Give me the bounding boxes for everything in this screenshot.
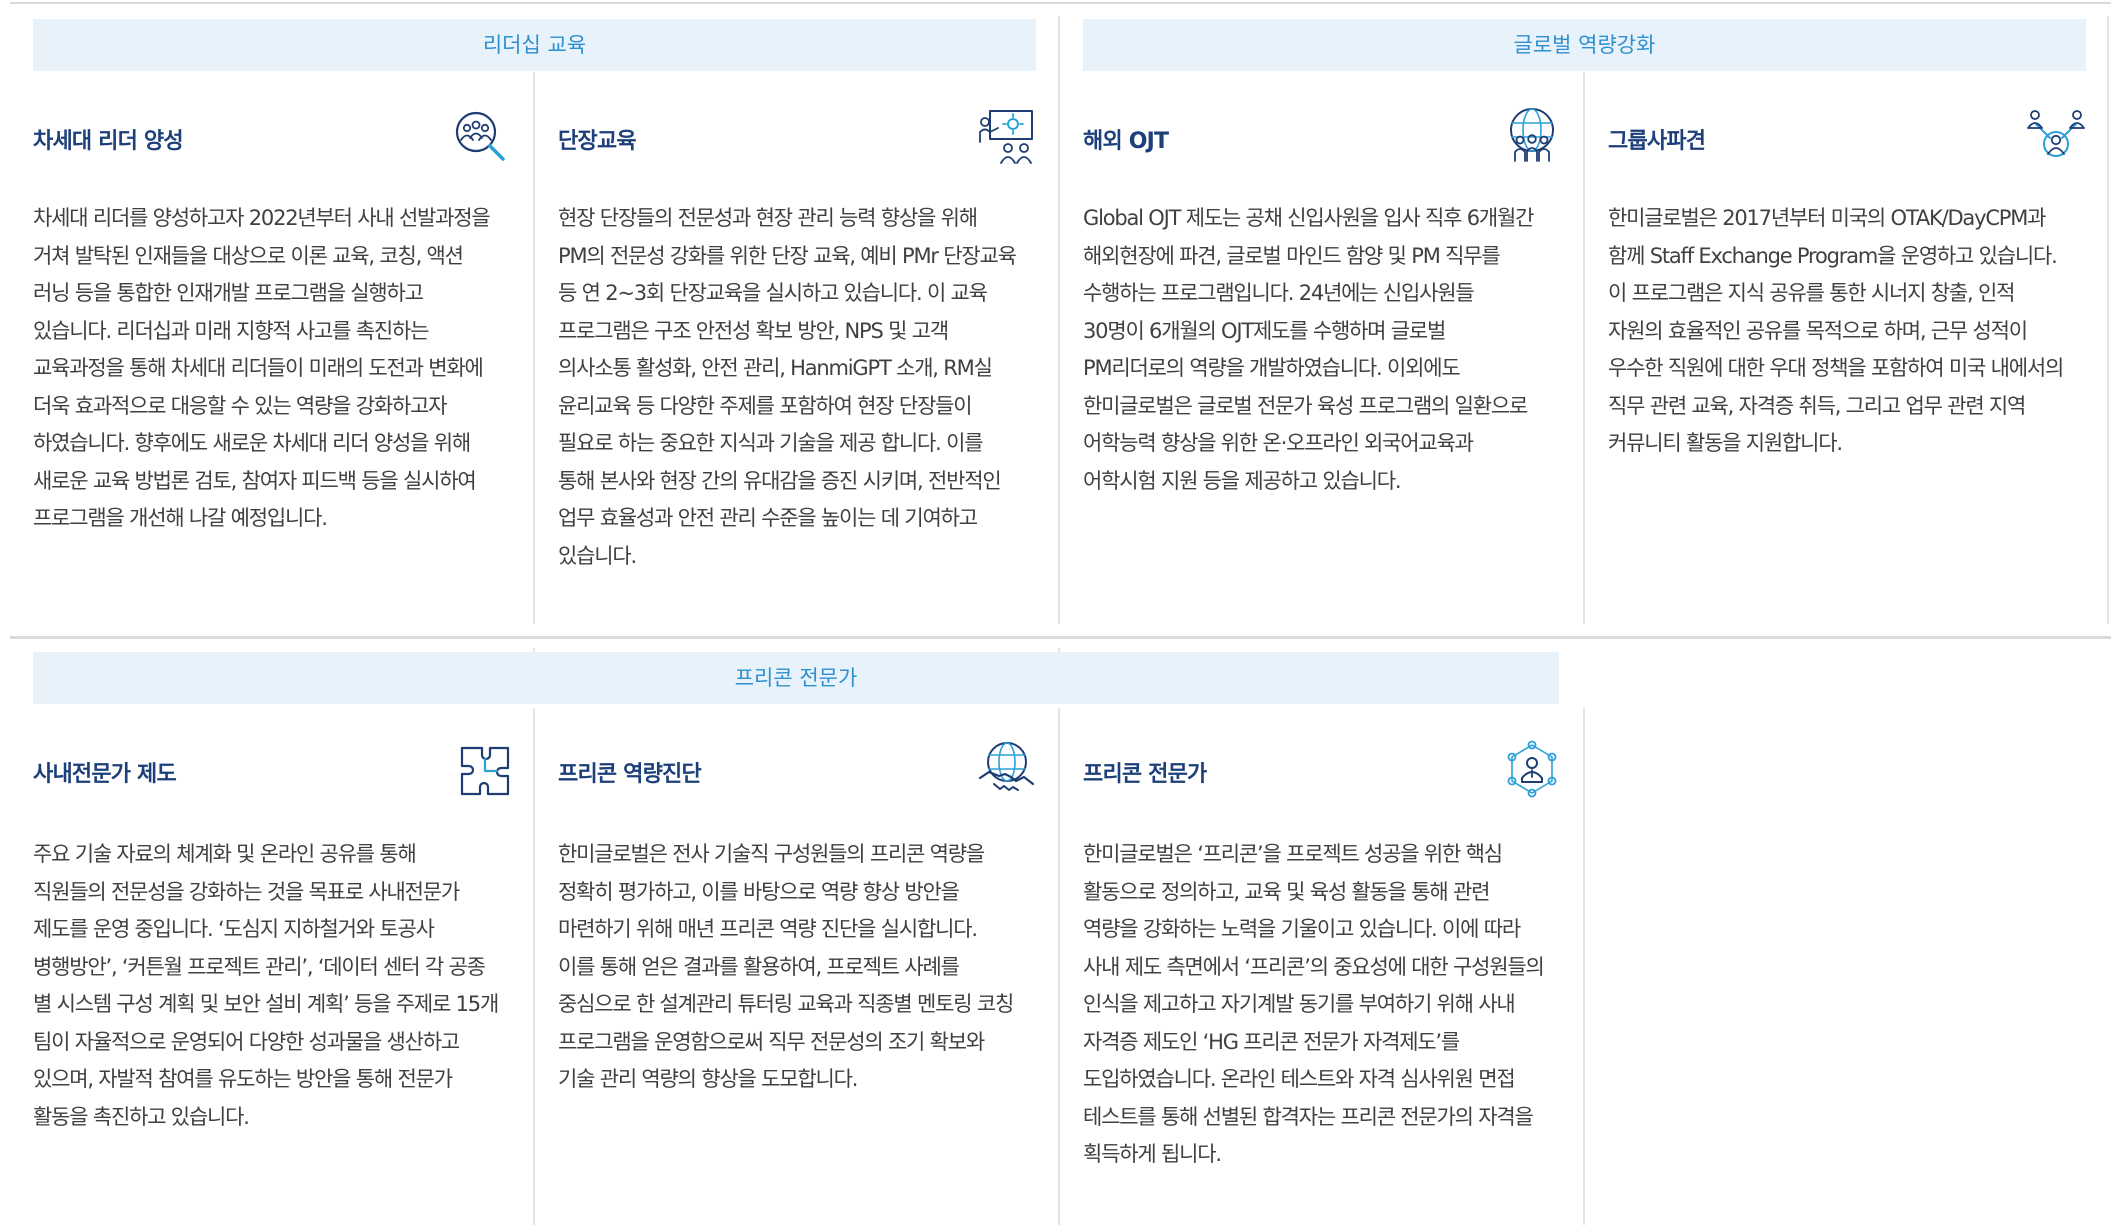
column-divider — [1583, 72, 1585, 624]
card-title: 차세대 리더 양성 — [33, 129, 184, 154]
card-description: 한미글로벌은 ‘프리콘’을 프로젝트 성공을 위한 핵심 활동으로 정의하고, … — [1083, 842, 1545, 1166]
card-description: 차세대 리더를 양성하고자 2022년부터 사내 선발과정을 거쳐 발탁된 인재… — [33, 206, 491, 530]
globe-handshake-icon — [978, 740, 1036, 798]
card-title: 프리콘 역량진단 — [558, 762, 702, 787]
card-title: 사내전문가 제도 — [33, 762, 177, 787]
column-divider — [533, 708, 535, 1225]
column-divider — [1058, 16, 1060, 624]
top-divider — [10, 2, 2111, 4]
expert-network-icon — [1503, 740, 1561, 798]
card-title: 단장교육 — [558, 129, 637, 154]
column-divider — [1058, 708, 1060, 1225]
card-description: Global OJT 제도는 공채 신입사원을 입사 직후 6개월간 해외현장에… — [1083, 206, 1534, 493]
card-description: 한미글로벌은 2017년부터 미국의 OTAK/DayCPM과 함께 Staff… — [1608, 206, 2064, 455]
card-description: 한미글로벌은 전사 기술직 구성원들의 프리콘 역량을 정확히 평가하고, 이를… — [558, 842, 1014, 1091]
card-description: 현장 단장들의 전문성과 현장 관리 능력 향상을 위해 PM의 전문성 강화를… — [558, 206, 1017, 568]
team-network-icon — [2027, 106, 2085, 164]
magnifier-people-icon — [452, 108, 510, 166]
globe-people-icon — [1503, 106, 1561, 164]
card-description: 주요 기술 자료의 체계화 및 온라인 공유를 통해 직원들의 전문성을 강화하… — [33, 842, 499, 1129]
puzzle-icon — [456, 742, 514, 800]
section-header-precon: 프리콘 전문가 — [33, 652, 1559, 704]
column-divider — [533, 72, 535, 624]
section-header-leadership: 리더십 교육 — [33, 19, 1036, 71]
row-divider — [10, 636, 2111, 639]
card-title: 해외 OJT — [1083, 129, 1169, 154]
card-title: 그룹사파견 — [1608, 129, 1706, 154]
column-divider — [2107, 16, 2109, 624]
presentation-board-icon — [978, 108, 1036, 166]
section-header-global: 글로벌 역량강화 — [1083, 19, 2086, 71]
card-title: 프리콘 전문가 — [1083, 762, 1207, 787]
column-divider — [1583, 708, 1585, 1225]
